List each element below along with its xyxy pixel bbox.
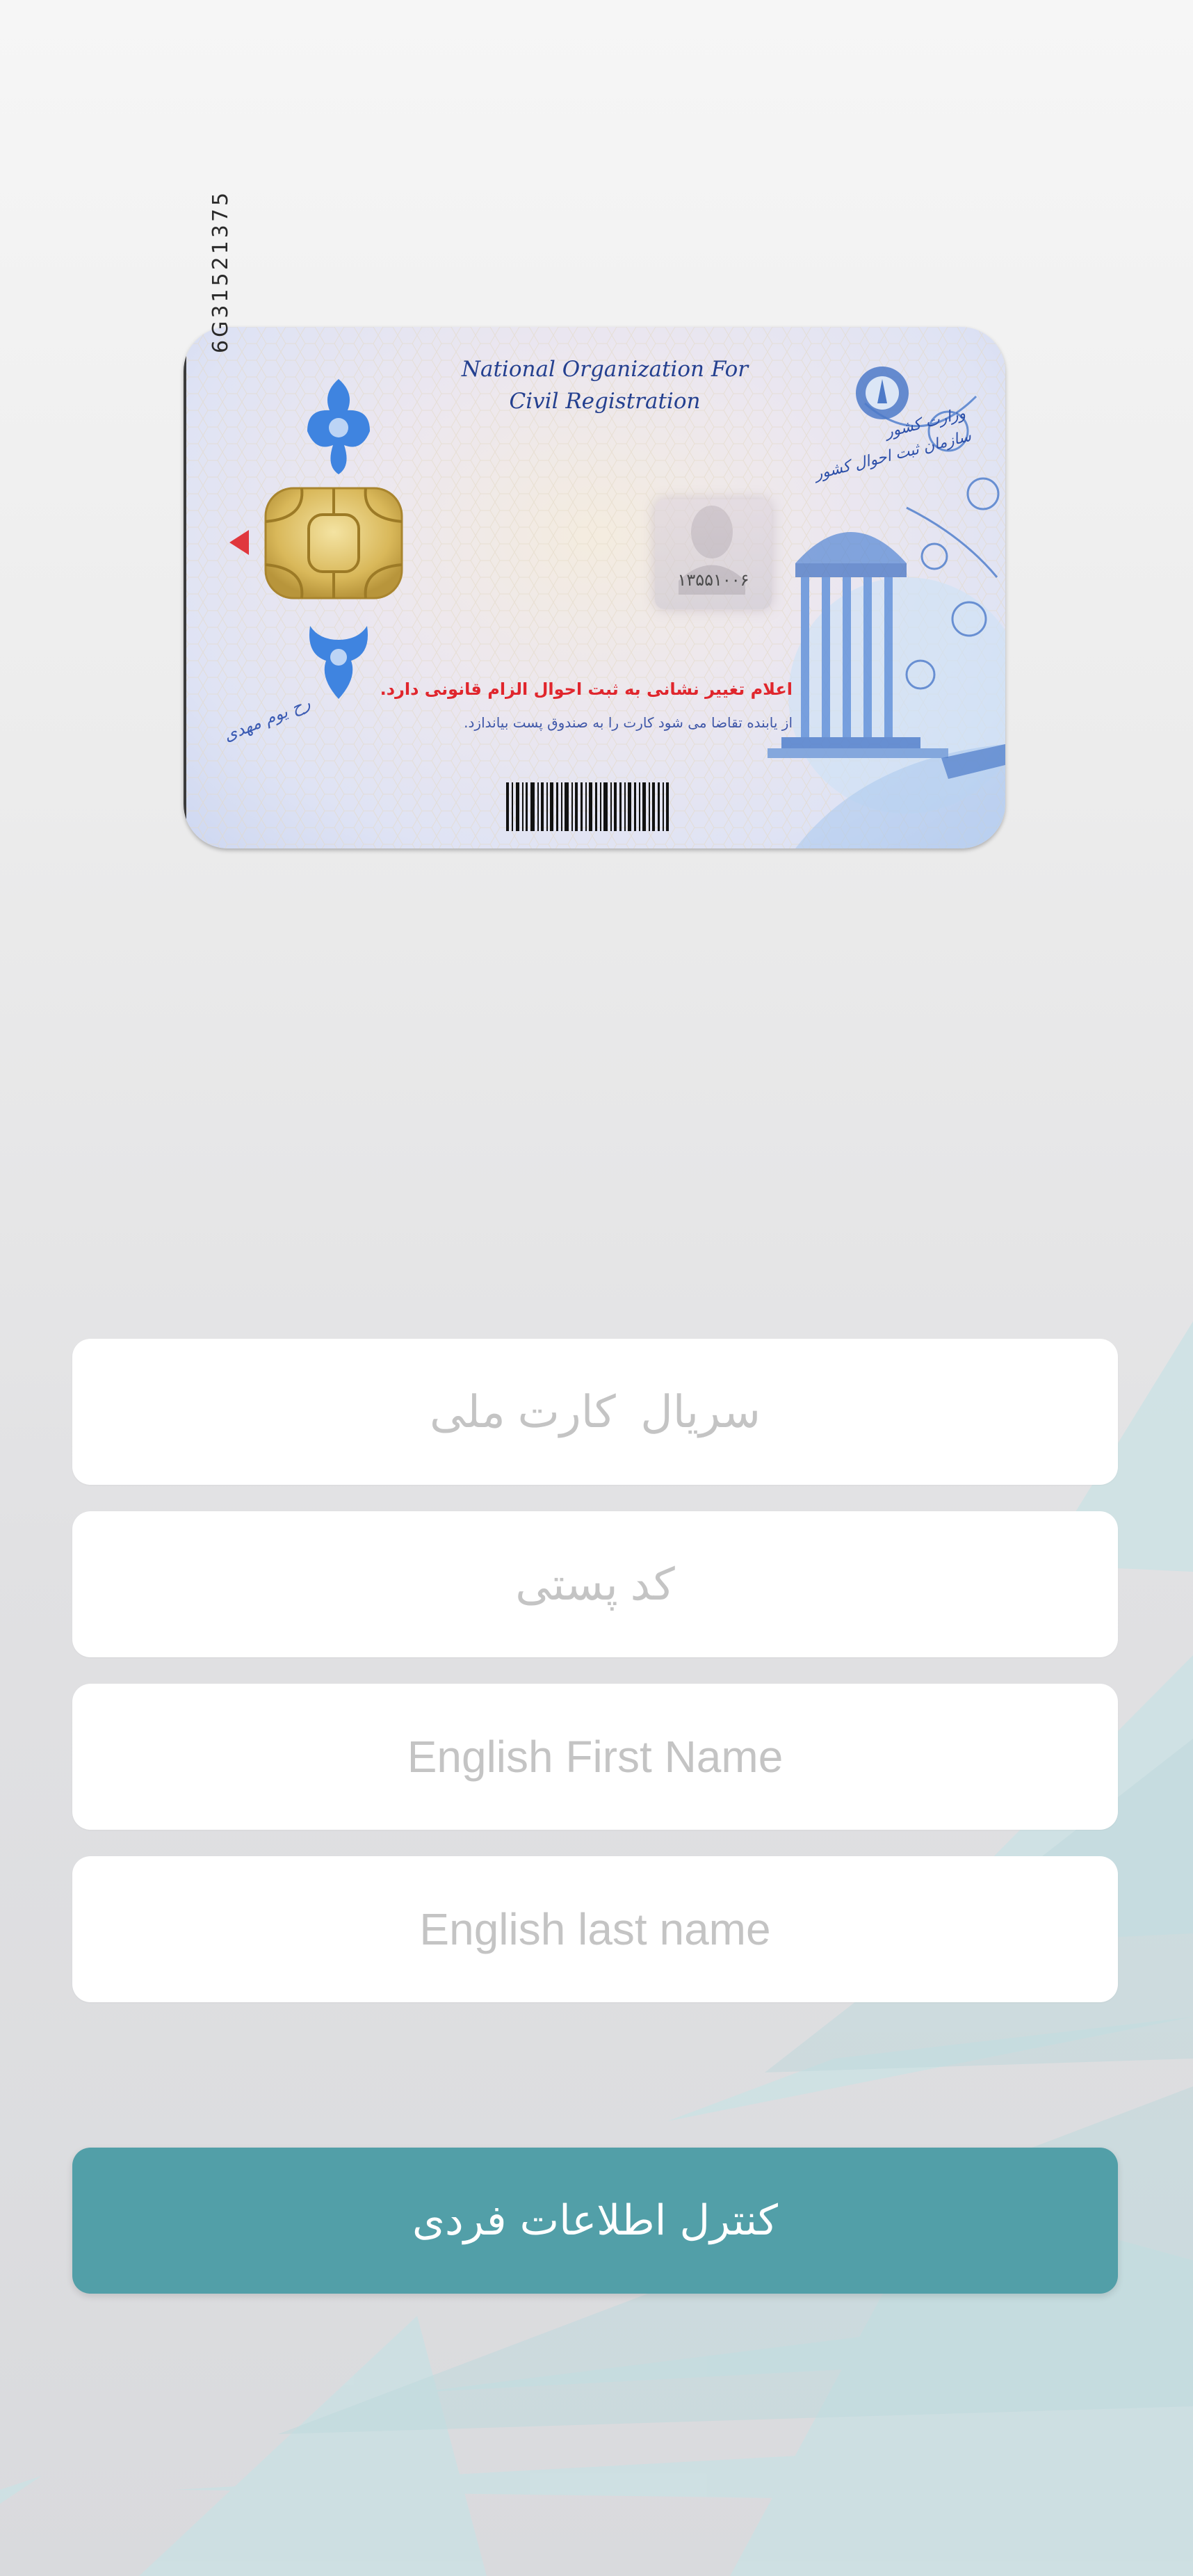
card-org-line2: Civil Registration — [509, 389, 701, 414]
english-first-name-input[interactable] — [72, 1683, 1118, 1830]
english-last-name-field — [72, 1855, 1118, 2003]
card-photo-number: ۱۳۵۵۱۰۰۶ — [677, 570, 749, 590]
card-serial-number: 6G31521375 — [209, 189, 233, 353]
check-personal-info-label: کنترل اطلاعات فردی — [412, 2196, 778, 2245]
card-warning-text: اعلام تغییر نشانی به ثبت احوال الزام قان… — [380, 679, 793, 699]
postal-code-input[interactable] — [72, 1511, 1118, 1658]
english-first-name-field — [72, 1683, 1118, 1830]
card-organization-name: National Organization For Civil Registra… — [431, 353, 779, 417]
postal-code-field — [72, 1511, 1118, 1658]
national-card-serial-input[interactable] — [72, 1338, 1118, 1486]
national-card-serial-field — [72, 1338, 1118, 1486]
card-photo — [655, 499, 772, 609]
card-note-text: از یابنده تقاضا می شود کارت را به صندوق … — [464, 714, 793, 731]
card-edge — [184, 327, 186, 848]
english-last-name-input[interactable] — [72, 1855, 1118, 2003]
check-personal-info-button[interactable]: کنترل اطلاعات فردی — [72, 2148, 1118, 2294]
card-org-line1: National Organization For — [461, 357, 749, 382]
